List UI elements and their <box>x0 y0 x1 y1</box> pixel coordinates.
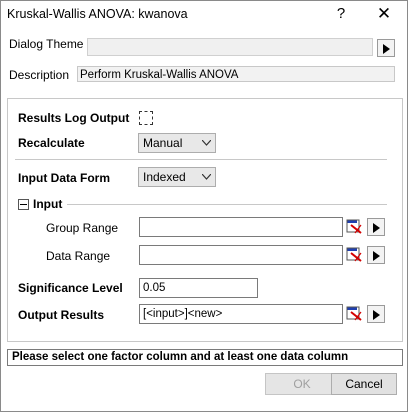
status-message: Please select one factor column and at l… <box>7 349 403 366</box>
range-picker-icon[interactable] <box>345 304 365 324</box>
play-arrow-icon <box>373 223 380 233</box>
results-log-label: Results Log Output <box>18 111 130 125</box>
help-icon[interactable]: ? <box>331 4 351 24</box>
ok-button[interactable]: OK <box>265 373 339 395</box>
input-group-label: Input <box>33 197 63 211</box>
data-range-label: Data Range <box>46 249 111 263</box>
dialog-theme-label: Dialog Theme <box>9 37 84 51</box>
data-range-menu-button[interactable] <box>367 246 385 264</box>
description-field: Perform Kruskal-Wallis ANOVA <box>77 66 395 82</box>
dialog-theme-field[interactable] <box>87 38 373 56</box>
chevron-down-icon <box>202 174 211 180</box>
data-range-input[interactable] <box>139 245 343 265</box>
chevron-down-icon <box>202 140 211 146</box>
group-range-input[interactable] <box>139 217 343 237</box>
input-data-form-label: Input Data Form <box>18 171 110 185</box>
play-arrow-icon <box>373 310 380 320</box>
recalculate-select[interactable]: Manual <box>138 133 216 153</box>
window-title: Kruskal-Wallis ANOVA: kwanova <box>7 7 188 21</box>
output-results-input[interactable]: [<input>]<new> <box>139 304 343 324</box>
divider <box>15 159 387 160</box>
significance-level-label: Significance Level <box>18 281 123 295</box>
range-picker-icon[interactable] <box>345 245 365 265</box>
group-range-menu-button[interactable] <box>367 218 385 236</box>
play-arrow-icon <box>383 44 390 54</box>
collapse-toggle-icon[interactable] <box>18 199 29 210</box>
recalculate-value: Manual <box>143 136 183 150</box>
input-group-divider <box>67 204 387 205</box>
group-range-label: Group Range <box>46 221 119 235</box>
close-icon[interactable]: ✕ <box>373 4 395 24</box>
range-picker-icon[interactable] <box>345 217 365 237</box>
results-log-checkbox[interactable] <box>139 111 153 125</box>
theme-menu-button[interactable] <box>377 39 395 57</box>
recalculate-label: Recalculate <box>18 136 85 150</box>
output-results-label: Output Results <box>18 308 104 322</box>
description-label: Description <box>9 68 70 82</box>
input-data-form-value: Indexed <box>143 170 186 184</box>
title-bar: Kruskal-Wallis ANOVA: kwanova ? ✕ <box>1 1 407 29</box>
cancel-button[interactable]: Cancel <box>331 373 397 395</box>
output-results-menu-button[interactable] <box>367 305 385 323</box>
input-data-form-select[interactable]: Indexed <box>138 167 216 187</box>
dialog-window: Kruskal-Wallis ANOVA: kwanova ? ✕ Dialog… <box>0 0 408 412</box>
play-arrow-icon <box>373 251 380 261</box>
significance-level-input[interactable]: 0.05 <box>139 278 258 298</box>
